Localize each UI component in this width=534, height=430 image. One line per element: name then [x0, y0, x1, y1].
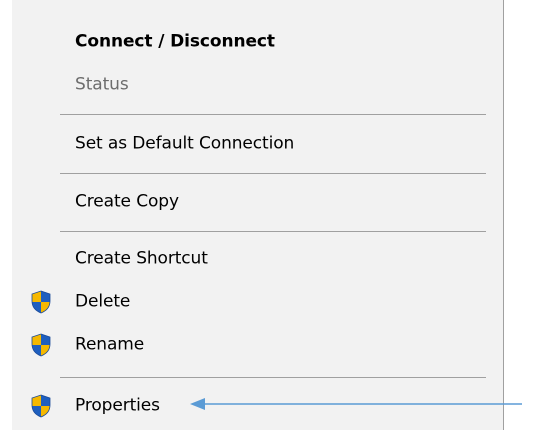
menu-item-connect-disconnect[interactable]: Connect / Disconnect [12, 22, 492, 62]
menu-item-create-copy[interactable]: Create Copy [12, 182, 492, 222]
menu-item-set-default-connection[interactable]: Set as Default Connection [12, 124, 492, 164]
menu-item-label: Rename [75, 334, 145, 355]
menu-separator [60, 231, 486, 232]
menu-item-label: Status [75, 74, 129, 95]
menu-item-create-shortcut[interactable]: Create Shortcut [12, 239, 492, 279]
menu-item-label: Set as Default Connection [75, 133, 295, 154]
menu-item-rename[interactable]: Rename [12, 325, 492, 365]
menu-item-label: Delete [75, 291, 131, 312]
annotation-arrow-icon [190, 398, 522, 410]
menu-item-delete[interactable]: Delete [12, 282, 492, 322]
screenshot-stage: Connect / Disconnect Status Set as Defau… [0, 0, 534, 430]
menu-separator [60, 114, 486, 115]
menu-item-status[interactable]: Status [12, 65, 492, 105]
uac-shield-icon [31, 394, 51, 418]
menu-item-label: Create Shortcut [75, 248, 208, 269]
menu-separator [60, 377, 486, 378]
menu-item-label: Properties [75, 395, 160, 416]
menu-separator [60, 173, 486, 174]
menu-item-label: Create Copy [75, 191, 179, 212]
menu-item-label: Connect / Disconnect [75, 31, 275, 52]
context-menu: Connect / Disconnect Status Set as Defau… [12, 0, 504, 430]
uac-shield-icon [31, 290, 51, 314]
uac-shield-icon [31, 333, 51, 357]
